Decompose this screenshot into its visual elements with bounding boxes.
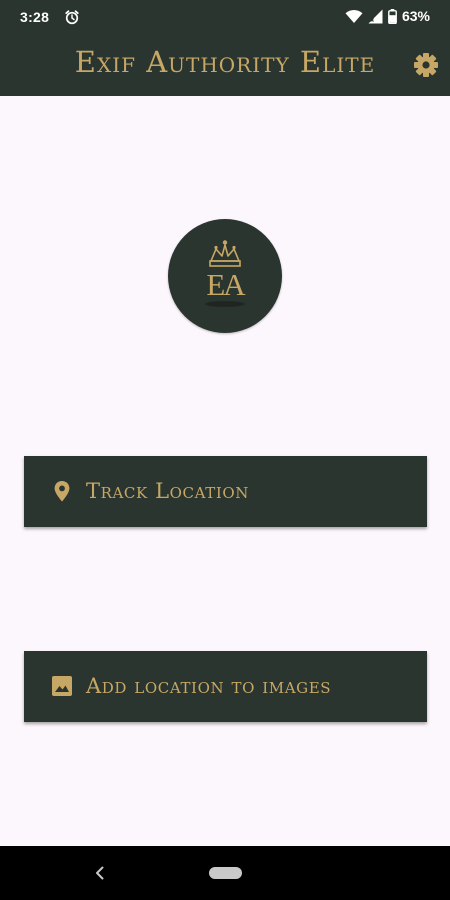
track-location-button[interactable]: Track Location bbox=[24, 456, 427, 527]
signal-icon bbox=[368, 9, 383, 24]
add-location-to-images-label: Add location to images bbox=[86, 674, 332, 698]
add-location-to-images-button[interactable]: Add location to images bbox=[24, 651, 427, 722]
status-bar: 3:28 63% bbox=[0, 0, 450, 34]
gear-icon bbox=[414, 53, 438, 77]
app-bar: Exif Authority Elite bbox=[0, 34, 450, 96]
status-right-group: 63% bbox=[345, 8, 430, 24]
back-icon[interactable] bbox=[92, 864, 108, 882]
location-pin-icon bbox=[49, 478, 75, 504]
settings-button[interactable] bbox=[412, 51, 440, 79]
battery-percent: 63% bbox=[401, 8, 430, 24]
navigation-bar bbox=[0, 846, 450, 900]
app-logo: EA bbox=[168, 219, 282, 333]
track-location-label: Track Location bbox=[86, 479, 249, 503]
logo-text: EA bbox=[206, 267, 246, 302]
status-time: 3:28 bbox=[20, 9, 50, 25]
image-icon bbox=[49, 673, 75, 699]
crown-icon bbox=[209, 240, 241, 267]
battery-icon bbox=[388, 8, 397, 24]
app-title: Exif Authority Elite bbox=[74, 45, 376, 79]
wifi-icon bbox=[345, 9, 363, 24]
home-pill[interactable] bbox=[209, 867, 242, 879]
alarm-icon bbox=[64, 9, 80, 25]
